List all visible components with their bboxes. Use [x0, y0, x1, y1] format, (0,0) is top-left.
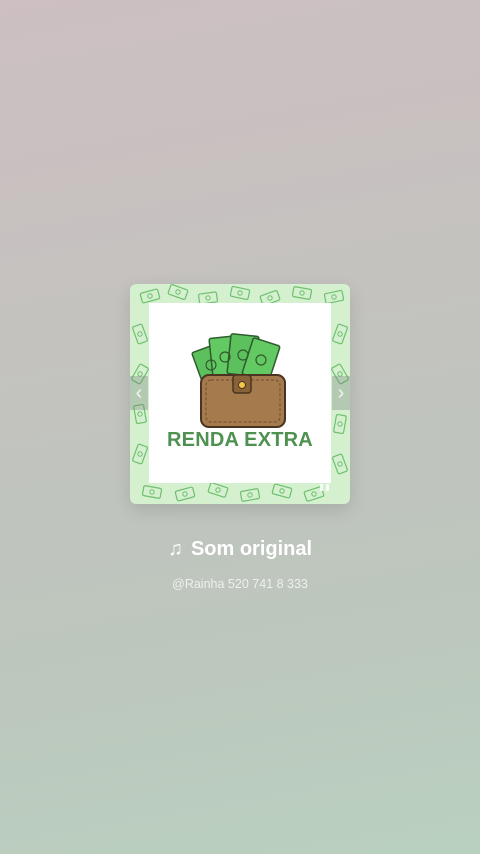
cover-inner-panel: RENDA EXTRA [149, 303, 331, 483]
audio-author[interactable]: @Rainha 520 741 8 333 [0, 577, 480, 591]
chevron-left-icon: ‹ [135, 381, 143, 404]
next-button[interactable]: › [332, 376, 350, 410]
previous-button[interactable]: ‹ [130, 376, 148, 410]
chevron-right-icon: › [337, 381, 345, 404]
wallet-with-money-icon [191, 333, 286, 428]
music-note-icon: ♫ [167, 538, 183, 560]
audio-cover-card[interactable]: RENDA EXTRA [130, 284, 350, 504]
cover-label: RENDA EXTRA [167, 429, 313, 451]
pause-indicator-icon [320, 484, 329, 491]
audio-title-text: Som original [190, 538, 313, 560]
audio-title[interactable]: ♫ Som original [0, 538, 480, 561]
